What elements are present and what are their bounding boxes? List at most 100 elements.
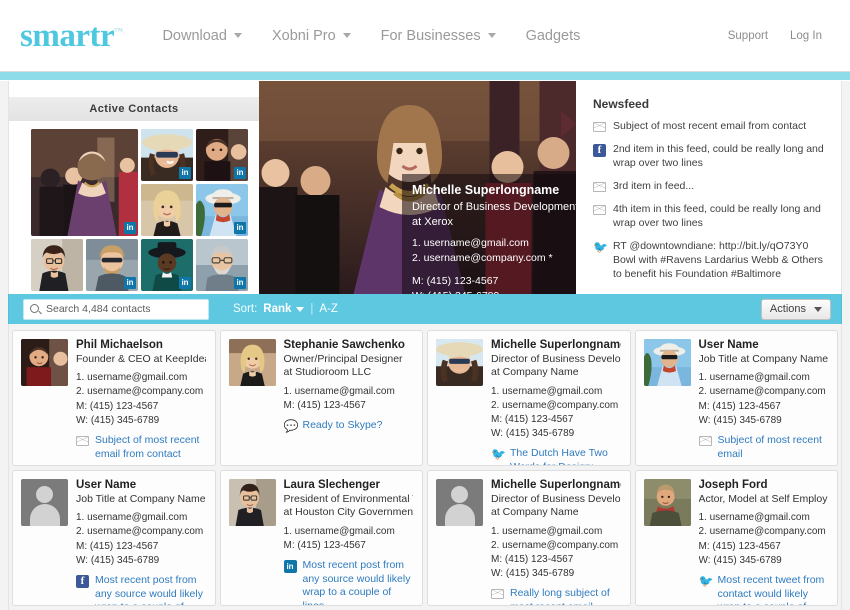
contact-title-line1: Job Title at Company Name [698, 352, 829, 365]
active-contacts-header: Active Contacts [9, 97, 271, 121]
hero-contact-role-line1: Director of Business Development [412, 200, 576, 213]
avatar-image [228, 339, 276, 386]
contact-feed-row[interactable]: f Most recent post from any source would… [76, 574, 206, 605]
nav-item-gadgets[interactable]: Gadgets [526, 28, 581, 44]
nav-item-xobni-pro[interactable]: Xobni Pro [272, 28, 351, 44]
nav-item-for-businesses[interactable]: For Businesses [381, 28, 496, 44]
contact-email-1[interactable]: 1. username@gmail.com [284, 385, 414, 399]
contact-title-line1: Director of Business Develop... [491, 352, 621, 365]
thumb-hero-woman-gown[interactable]: in [31, 129, 138, 236]
linkedin-badge-icon: in [234, 277, 246, 289]
sort-rank-label: Rank [263, 303, 292, 315]
contact-feed-row[interactable]: Subject of most recent email [698, 434, 829, 461]
thumb-woman-black-hat[interactable]: in [141, 239, 193, 291]
contact-card[interactable]: User Name Job Title at Company Name 1. u… [634, 330, 838, 466]
logo-trademark: ™ [114, 26, 123, 36]
contact-email-1[interactable]: 1. username@gmail.com [699, 511, 829, 525]
hero-email-2[interactable]: 2. username@company.com * [412, 251, 576, 266]
contact-feed-row[interactable]: Really long subject of most recent email [491, 587, 621, 605]
contact-card[interactable]: Joseph Ford Actor, Model at Self Employe… [634, 470, 838, 606]
contact-card[interactable]: Stephanie Sawchenko Owner/Principal Desi… [219, 330, 423, 466]
sort-controls: Sort: Rank | A-Z [233, 303, 338, 315]
contact-work: W: (415) 345-6789 [698, 414, 782, 426]
contact-mobile: M: (415) 123-4567 [76, 400, 159, 412]
thumb-older-man-glasses[interactable]: in [196, 239, 248, 291]
contact-name: Stephanie Sawchenko [283, 339, 405, 351]
thumb-man-dark-shirt[interactable]: in [196, 129, 248, 181]
hero-contact-emails: 1. username@gmail.com 2. username@compan… [412, 236, 576, 266]
contact-email-1[interactable]: 1. username@gmail.com [76, 371, 206, 385]
avatar [21, 339, 68, 386]
avatar [643, 479, 691, 526]
contact-feed-row[interactable]: 🐦 Most recent tweet from contact would l… [699, 574, 829, 605]
support-link[interactable]: Support [728, 30, 768, 42]
thumb-woman-sunhat-sunglasses[interactable]: in [141, 129, 193, 181]
sort-az-button[interactable]: A-Z [319, 303, 338, 315]
chevron-down-icon [814, 306, 822, 312]
hero-photo[interactable]: Michelle Superlongname Director of Busin… [259, 81, 576, 294]
contact-email-2[interactable]: 2. username@company.com * [76, 385, 206, 399]
contact-feed-row[interactable]: in Most recent post from any source woul… [283, 559, 414, 605]
mail-icon [593, 181, 606, 192]
contact-feed-row[interactable]: 💬 Ready to Skype? [284, 419, 414, 433]
hero-email-1[interactable]: 1. username@gmail.com [412, 236, 576, 251]
contact-email-1[interactable]: 1. username@gmail.com [284, 525, 414, 539]
logo-text: smartr [20, 18, 115, 54]
contact-card[interactable]: User Name Job Title at Company Name 1. u… [12, 470, 216, 606]
contact-name: Michelle Superlongname [491, 339, 621, 351]
contact-email-1[interactable]: 1. username@gmail.com [491, 525, 621, 539]
login-link[interactable]: Log In [790, 30, 822, 42]
nav-item-download[interactable]: Download [162, 28, 242, 44]
contact-email-2[interactable]: 2. username@company.com * [699, 525, 829, 539]
contact-details: 1. username@gmail.com 2. username@compan… [491, 385, 621, 442]
contact-email-1[interactable]: 1. username@gmail.com [76, 511, 206, 525]
contact-card[interactable]: Laura Slechenger President of Environmen… [219, 470, 423, 606]
contact-email-2[interactable]: 2. username@company.com * [76, 525, 206, 539]
contact-email-2[interactable]: 2. username@company.com * [491, 399, 621, 413]
smartr-logo[interactable]: smartr™ [20, 18, 123, 54]
avatar-image [228, 479, 276, 526]
contact-feed-row[interactable]: Subject of most recent email from contac… [76, 434, 206, 461]
contact-name: Joseph Ford [698, 479, 768, 491]
contact-email-1[interactable]: 1. username@gmail.com [491, 385, 621, 399]
contact-card[interactable]: Michelle Superlongname Director of Busin… [427, 470, 631, 606]
hero-band: Active Contacts in in in in in in in Mic… [8, 81, 842, 294]
contacts-row: User Name Job Title at Company Name 1. u… [9, 470, 841, 610]
contact-feed-row[interactable]: 🐦 The Dutch Have Two Words for Design: v… [491, 447, 621, 465]
newsfeed-item[interactable]: 🐦 RT @downtowndiane: http://bit.ly/qO73Y… [593, 240, 827, 282]
nav-item-label: Download [162, 27, 227, 44]
actions-button-label: Actions [769, 303, 806, 315]
nav-item-label: Gadgets [525, 27, 581, 44]
contact-title-line1: Director of Business Develop... [491, 492, 621, 505]
newsfeed-item[interactable]: Subject of most recent email from contac… [593, 120, 827, 134]
linkedin-badge-icon: in [179, 167, 191, 179]
sort-rank-dropdown[interactable]: Rank [263, 303, 305, 315]
search-input[interactable]: Search 4,484 contacts [23, 298, 209, 320]
skype-icon: 💬 [283, 419, 299, 434]
thumb-man-sunglasses-beard[interactable]: in [86, 239, 138, 291]
thumb-woman-glasses-curly[interactable] [31, 239, 83, 291]
contact-title-line2: at Houston City Government [283, 506, 414, 519]
contact-card[interactable]: Michelle Superlongname Director of Busin… [427, 330, 631, 466]
contact-card[interactable]: Phil Michaelson Founder & CEO at KeepIde… [12, 330, 216, 466]
contact-email-2[interactable]: 2. username@company.com * [491, 539, 621, 553]
sort-label: Sort: [233, 303, 258, 315]
newsfeed-item[interactable]: 4th item in this feed, could be really l… [593, 203, 827, 231]
newsfeed-item[interactable]: f 2nd item in this feed, could be really… [593, 143, 827, 171]
thumb-man-white-hat-mask[interactable]: in [196, 184, 248, 236]
thumb-image [31, 239, 83, 291]
newsfeed-item[interactable]: 3rd item in feed... [593, 180, 827, 194]
nav-item-label: Xobni Pro [271, 27, 336, 44]
contact-email-1[interactable]: 1. username@gmail.com [699, 371, 829, 385]
contact-email-2[interactable]: 2. username@company.com * [699, 385, 829, 399]
contact-name: User Name [698, 339, 759, 351]
search-icon [30, 303, 41, 315]
contacts-grid: Phil Michaelson Founder & CEO at KeepIde… [8, 324, 842, 610]
actions-button[interactable]: Actions [760, 298, 831, 320]
avatar-image [436, 339, 483, 386]
contact-title-line1: President of Environmental Texas [283, 492, 414, 505]
thumb-blonde-woman[interactable] [141, 184, 193, 236]
contacts-toolbar: Search 4,484 contacts Sort: Rank | A-Z A… [8, 294, 842, 324]
hero-work-phone: W: (415) 345-6789 [412, 289, 576, 294]
linkedin-badge-icon: in [234, 167, 246, 179]
